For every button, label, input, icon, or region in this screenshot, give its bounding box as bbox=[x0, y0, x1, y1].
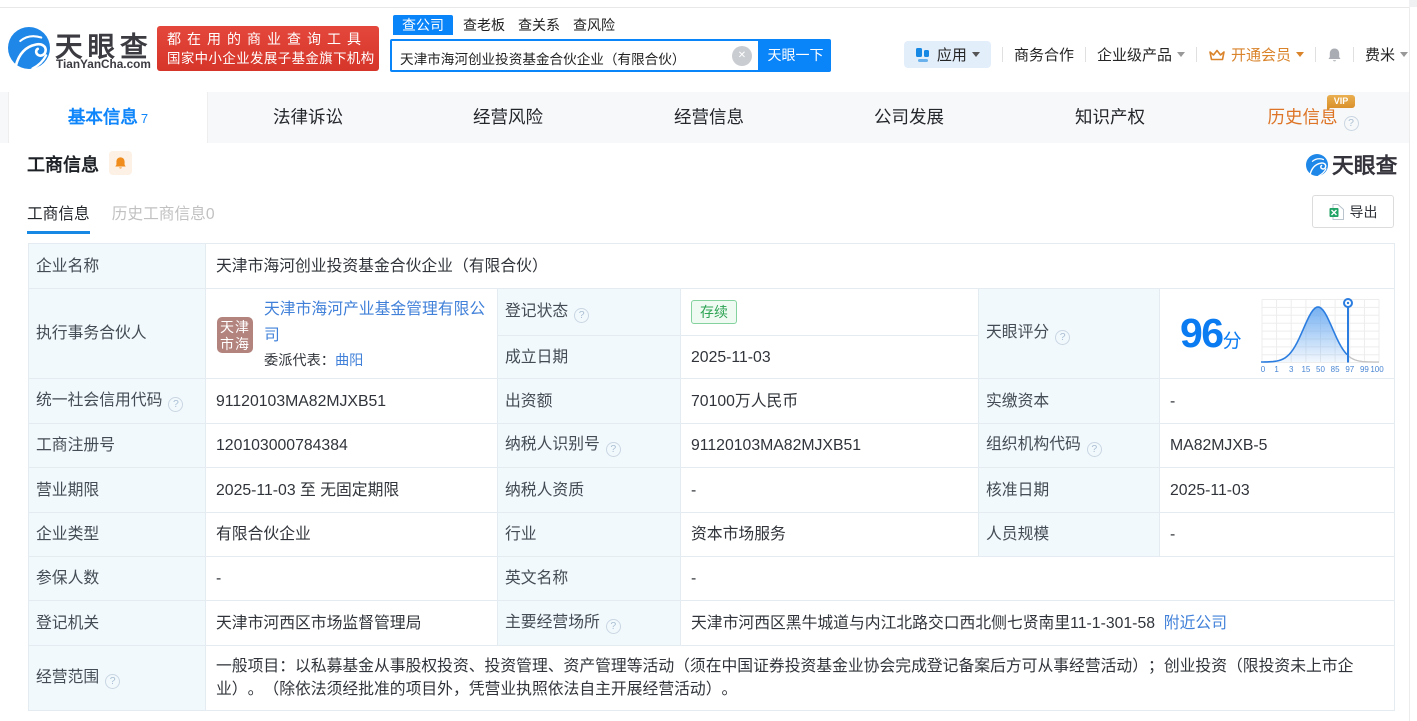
svg-text:97: 97 bbox=[1345, 365, 1354, 374]
svg-text:85: 85 bbox=[1331, 365, 1340, 374]
svg-text:50: 50 bbox=[1316, 365, 1325, 374]
svg-text:15: 15 bbox=[1301, 365, 1310, 374]
svg-text:99: 99 bbox=[1360, 365, 1369, 374]
svg-text:1: 1 bbox=[1274, 365, 1279, 374]
svg-text:100: 100 bbox=[1370, 365, 1384, 374]
svg-text:0: 0 bbox=[1261, 365, 1266, 374]
svg-text:3: 3 bbox=[1289, 365, 1294, 374]
